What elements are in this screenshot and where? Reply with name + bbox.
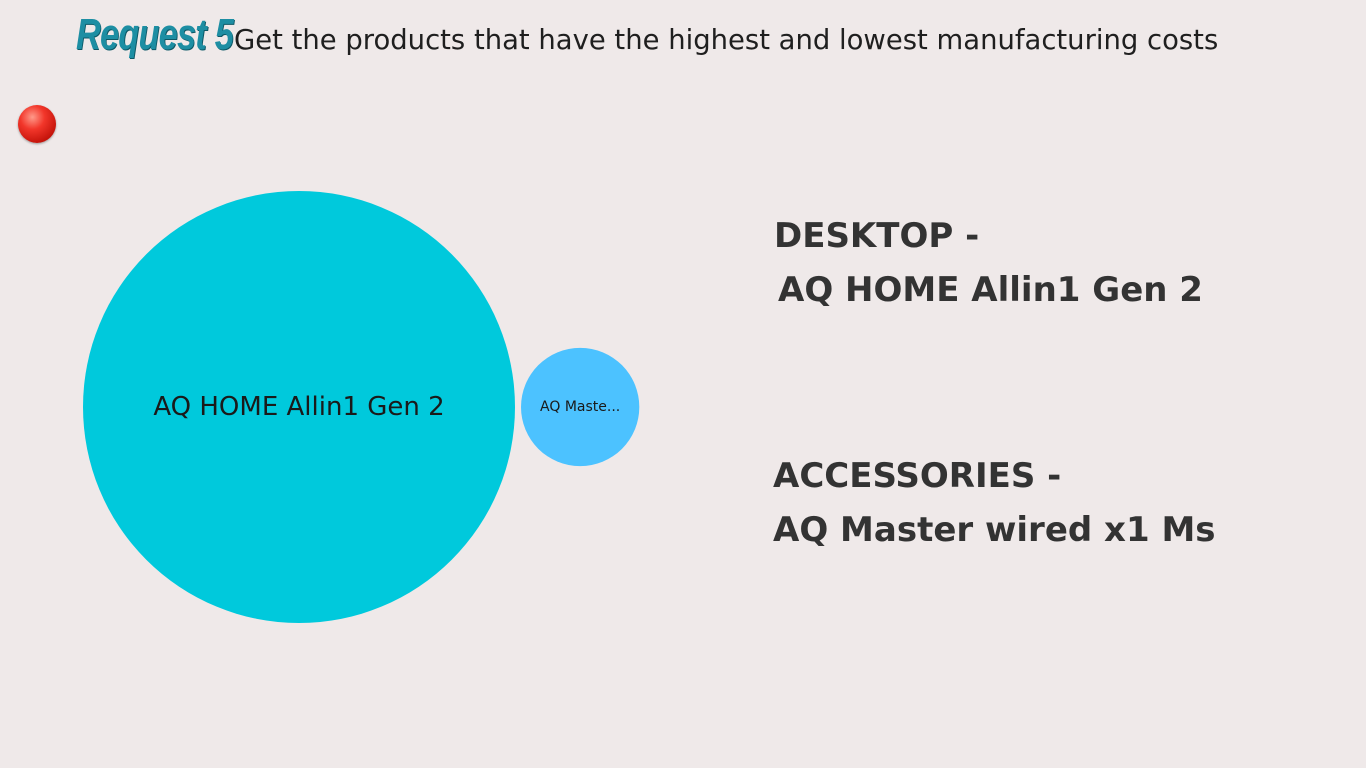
- lowest-cost-product: AQ Master wired x1 Ms: [773, 510, 1216, 550]
- highest-cost-product: AQ HOME Allin1 Gen 2: [778, 270, 1203, 310]
- bubble-label-1: AQ HOME Allin1 Gen 2: [153, 392, 444, 422]
- lowest-cost-category: ACCESSORIES -: [773, 456, 1062, 496]
- bubble-chart: AQ HOME Allin1 Gen 2 AQ Maste...: [83, 191, 640, 623]
- highest-cost-category: DESKTOP -: [774, 216, 980, 256]
- bubble-label-2: AQ Maste...: [540, 399, 620, 415]
